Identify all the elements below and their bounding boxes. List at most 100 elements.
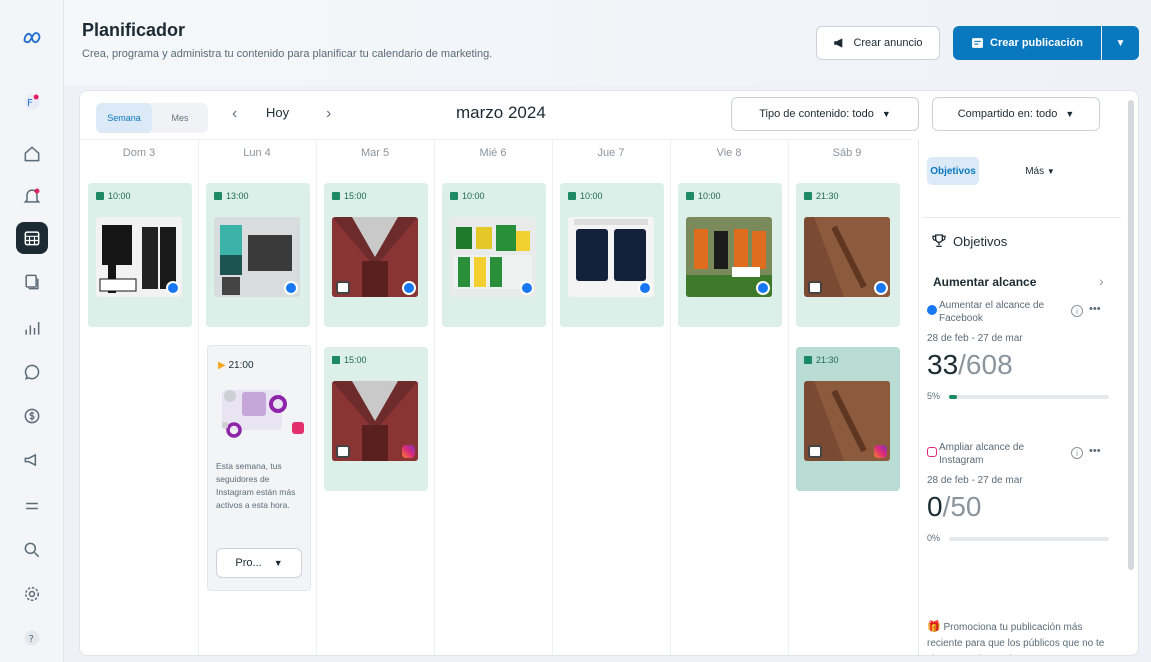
today-button[interactable]: Hoy xyxy=(266,105,289,120)
post-time: 15:00 xyxy=(332,191,367,201)
facebook-icon xyxy=(402,281,416,295)
scheduled-post-card[interactable]: 21:30 xyxy=(796,183,900,327)
objectives-sidebar: Objetivos Más ▼ Objetivos Aumentar alcan… xyxy=(918,139,1124,655)
day-divider xyxy=(434,139,435,655)
day-divider xyxy=(552,139,553,655)
post-type-icon xyxy=(450,192,458,200)
more-options-icon[interactable]: ••• xyxy=(1089,303,1101,315)
day-divider xyxy=(198,139,199,655)
goal-dates: 28 de feb - 27 de mar xyxy=(927,475,1023,486)
settings-gear-icon[interactable] xyxy=(16,578,48,610)
info-icon[interactable]: i xyxy=(1071,447,1083,459)
monetization-icon[interactable] xyxy=(16,400,48,432)
next-week-icon[interactable]: › xyxy=(326,105,331,123)
facebook-icon xyxy=(874,281,888,295)
scheduled-post-card[interactable]: 13:00 xyxy=(206,183,310,327)
page-subtitle: Crea, programa y administra tu contenido… xyxy=(82,48,493,60)
create-ad-button[interactable]: Crear anuncio xyxy=(816,26,940,60)
post-time-label: 21:30 xyxy=(816,191,839,201)
search-icon[interactable] xyxy=(16,534,48,566)
help-icon[interactable]: ? xyxy=(16,622,48,654)
instagram-icon xyxy=(402,445,415,458)
content-type-filter[interactable]: Tipo de contenido: todo ▼ xyxy=(731,97,919,131)
post-type-icon xyxy=(804,356,812,364)
content-icon[interactable] xyxy=(16,266,48,298)
post-thumbnail[interactable] xyxy=(214,217,300,297)
post-time: 21:30 xyxy=(804,355,839,365)
fb-page-avatar-icon[interactable]: F xyxy=(16,86,48,118)
facebook-icon xyxy=(284,281,298,295)
post-time: 10:00 xyxy=(450,191,485,201)
reel-icon xyxy=(336,281,350,294)
menu-icon[interactable] xyxy=(16,490,48,522)
objectives-heading: Objetivos xyxy=(931,233,1007,249)
home-icon[interactable] xyxy=(16,138,48,170)
post-thumbnail[interactable] xyxy=(686,217,772,297)
instagram-icon xyxy=(874,445,887,458)
scheduled-post-card[interactable]: 10:00 xyxy=(560,183,664,327)
post-time-label: 10:00 xyxy=(462,191,485,201)
promo-tip: 🎁 Promociona tu publicación más reciente… xyxy=(927,619,1107,655)
post-type-icon xyxy=(96,192,104,200)
post-thumbnail[interactable] xyxy=(804,381,890,461)
tip-time-label: 21:00 xyxy=(228,360,254,371)
post-thumbnail[interactable] xyxy=(332,381,418,461)
shared-on-filter[interactable]: Compartido en: todo ▼ xyxy=(932,97,1100,131)
view-week-button[interactable]: Semana xyxy=(96,103,152,133)
day-header: Lun 4 xyxy=(243,147,271,159)
scheduled-post-card[interactable]: 10:00 xyxy=(442,183,546,327)
post-thumbnail[interactable] xyxy=(804,217,890,297)
chevron-right-icon[interactable]: › xyxy=(1099,273,1104,289)
day-header: Mar 5 xyxy=(360,147,390,159)
post-time: 21:30 xyxy=(804,191,839,201)
shared-on-filter-label: Compartido en: todo xyxy=(957,108,1058,120)
scheduled-post-card[interactable]: 15:00 xyxy=(324,347,428,491)
post-time: 10:00 xyxy=(568,191,603,201)
inbox-icon[interactable] xyxy=(16,356,48,388)
previous-week-icon[interactable]: ‹ xyxy=(232,105,237,123)
day-header: Mié 6 xyxy=(479,147,507,159)
post-icon xyxy=(972,38,983,48)
goal-target: /50 xyxy=(942,491,982,522)
scheduled-post-card[interactable]: 21:30 xyxy=(796,347,900,491)
goal-percent: 5% xyxy=(927,391,941,401)
post-thumbnail[interactable] xyxy=(450,217,536,297)
post-type-icon xyxy=(568,192,576,200)
meta-logo-icon[interactable] xyxy=(16,22,48,54)
megaphone-icon xyxy=(834,38,843,48)
create-post-dropdown-button[interactable]: ▼ xyxy=(1102,26,1139,60)
scrollbar[interactable] xyxy=(1128,100,1134,570)
tab-more[interactable]: Más ▼ xyxy=(1015,157,1065,185)
post-time-label: 10:00 xyxy=(580,191,603,201)
facebook-icon xyxy=(520,281,534,295)
post-thumbnail[interactable] xyxy=(332,217,418,297)
goal-progress-bar xyxy=(949,537,1109,541)
post-type-icon xyxy=(686,192,694,200)
post-thumbnail[interactable] xyxy=(96,217,182,297)
promote-dropdown-button[interactable]: Pro... ▼ xyxy=(216,548,302,578)
goal-label: Aumentar el alcance de Facebook xyxy=(939,300,1045,324)
increase-reach-row[interactable]: Aumentar alcance xyxy=(933,275,1036,289)
insights-icon[interactable] xyxy=(16,312,48,344)
scheduled-post-card[interactable]: 15:00 xyxy=(324,183,428,327)
tab-objectives[interactable]: Objetivos xyxy=(927,157,979,185)
more-options-icon[interactable]: ••• xyxy=(1089,445,1101,457)
ads-icon[interactable] xyxy=(16,444,48,476)
info-icon[interactable]: i xyxy=(1071,305,1083,317)
best-time-tip-card[interactable]: ▶ 21:00 Esta semana, tus seguidores de I… xyxy=(207,345,311,591)
create-post-button[interactable]: Crear publicación xyxy=(953,26,1101,60)
scheduled-post-card[interactable]: 10:00 xyxy=(88,183,192,327)
goal-dates: 28 de feb - 27 de mar xyxy=(927,333,1023,344)
planner-icon[interactable] xyxy=(16,222,48,254)
view-month-button[interactable]: Mes xyxy=(152,103,208,133)
goal-percent: 0% xyxy=(927,533,941,543)
create-post-label: Crear publicación xyxy=(990,37,1083,49)
post-thumbnail[interactable] xyxy=(568,217,654,297)
facebook-icon xyxy=(638,281,652,295)
tip-text: Esta semana, tus seguidores de Instagram… xyxy=(216,461,296,510)
post-type-icon xyxy=(332,192,340,200)
scheduled-post-card[interactable]: 10:00 xyxy=(678,183,782,327)
notifications-icon[interactable] xyxy=(16,180,48,212)
tip-time: ▶ 21:00 xyxy=(218,360,254,371)
caret-down-icon: ▼ xyxy=(1065,109,1075,119)
